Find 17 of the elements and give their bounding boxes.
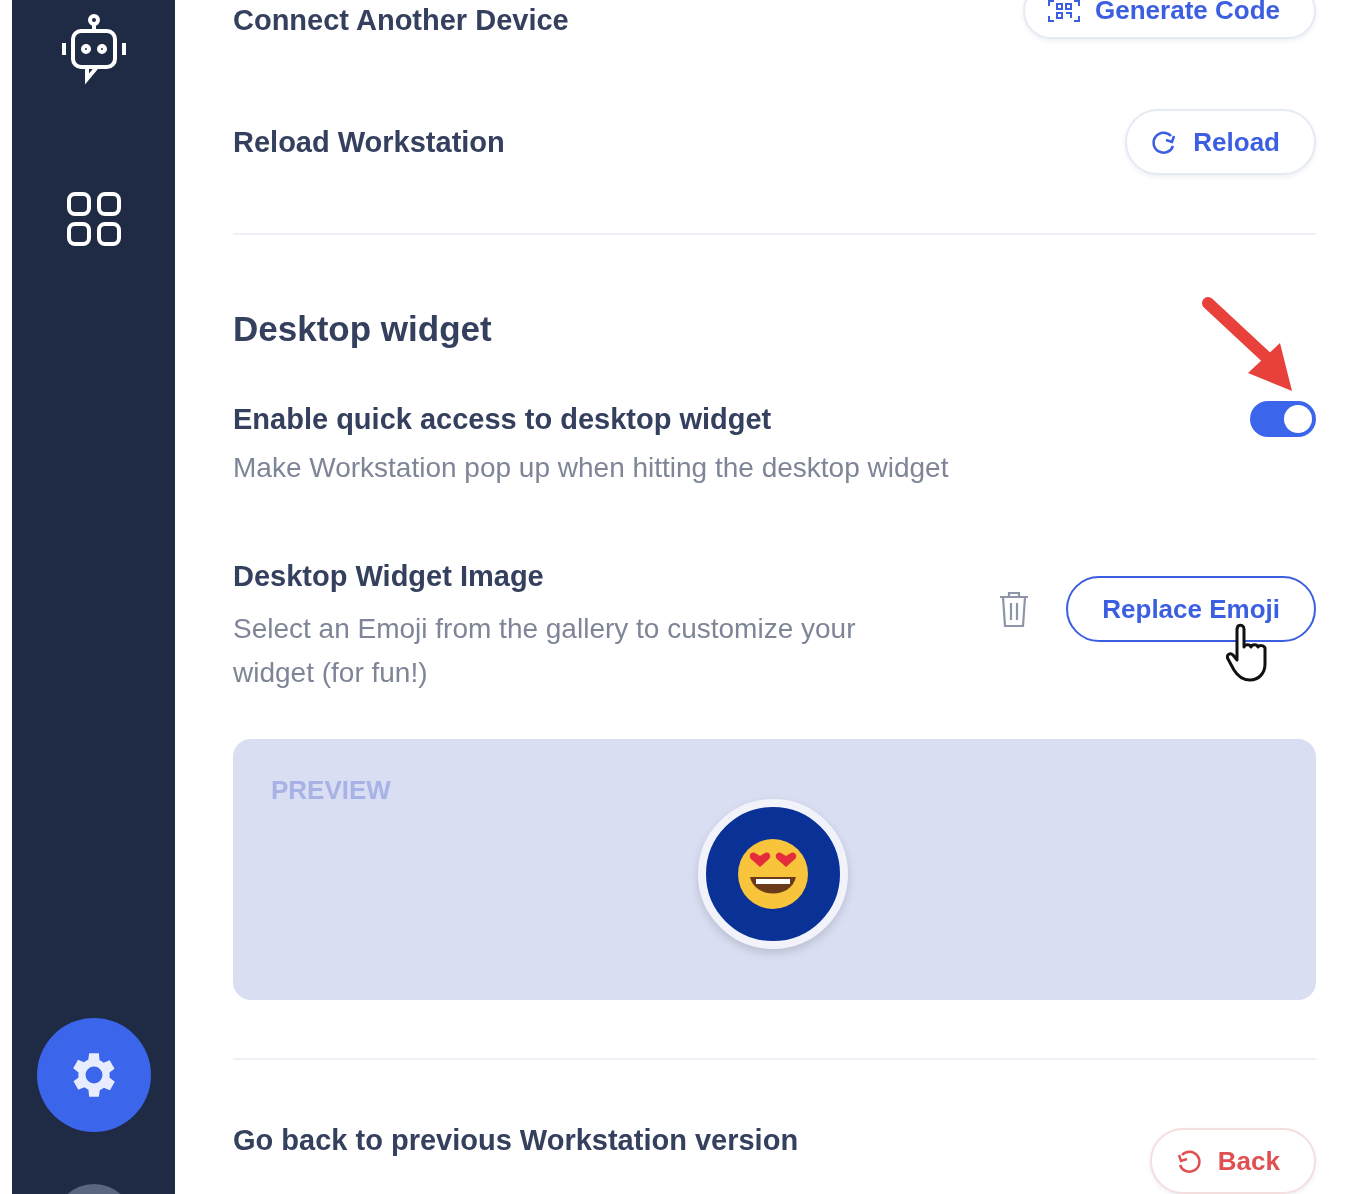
back-button[interactable]: Back bbox=[1149, 1128, 1316, 1194]
generate-code-button[interactable]: Generate Code bbox=[1023, 0, 1316, 39]
setting-title: Enable quick access to desktop widget bbox=[233, 403, 773, 437]
grid-icon[interactable] bbox=[64, 190, 123, 248]
section-heading: Desktop widget bbox=[233, 309, 493, 350]
trash-icon[interactable] bbox=[998, 590, 1031, 629]
emoji-face-icon bbox=[736, 837, 810, 912]
toggle-switch[interactable] bbox=[1250, 401, 1316, 438]
setting-description: Select an Emoji from the gallery to customize your widget (for fun!) bbox=[233, 612, 857, 691]
setting-title: Desktop Widget Image bbox=[233, 560, 545, 594]
connect-title: Connect Another Device bbox=[233, 4, 569, 38]
reload-title: Reload Workstation bbox=[233, 125, 505, 159]
setting-description: Make Workstation pop up when hitting the desktop widget bbox=[233, 451, 949, 486]
reload-button[interactable]: Reload bbox=[1125, 109, 1316, 176]
version-title: Go back to previous Workstation version bbox=[233, 1124, 799, 1157]
qr-code-icon bbox=[1047, 0, 1082, 24]
replace-emoji-button[interactable]: Replace Emoji bbox=[1066, 576, 1316, 643]
